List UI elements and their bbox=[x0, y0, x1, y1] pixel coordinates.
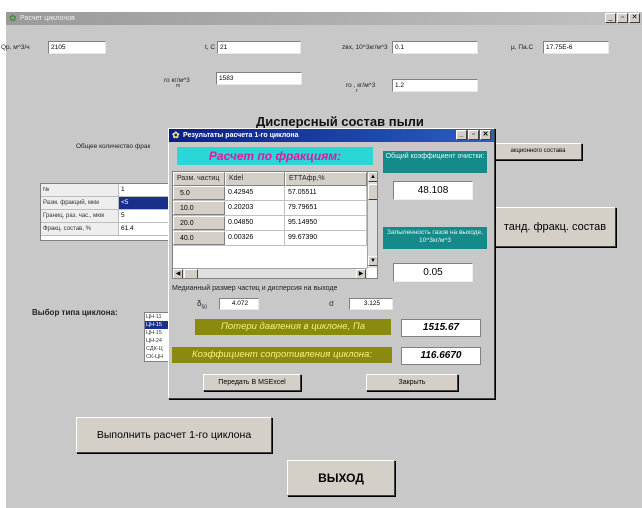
standard-comp-button[interactable]: танд. фракц. состав bbox=[494, 207, 616, 247]
t-label: t, C bbox=[205, 44, 216, 51]
exit-button[interactable]: ВЫХОД bbox=[287, 460, 395, 496]
qr-label: Qр, м^3/ч bbox=[1, 44, 30, 51]
dispersion-heading: Дисперсный состав пыли bbox=[256, 114, 424, 129]
ro-m-label: ro кг/м^3 m bbox=[164, 77, 190, 89]
ro-g-sub: г bbox=[356, 88, 358, 94]
maximize-button[interactable]: ▫ bbox=[617, 13, 628, 23]
outlet-dust-value: 0.05 bbox=[393, 263, 473, 282]
fractions-table[interactable]: Разм. частиц Kdel ЕТТАфр,% 5.0 0.42945 5… bbox=[172, 171, 378, 279]
grid-row-label: № bbox=[41, 184, 119, 196]
overall-efficiency-value: 48.108 bbox=[393, 181, 473, 200]
resistance-label: Коэффициент сопротивления циклона: bbox=[172, 347, 392, 363]
vertical-scroll-thumb[interactable] bbox=[368, 184, 377, 200]
table-row[interactable]: 5.0 0.42945 57.05511 bbox=[173, 186, 377, 201]
horizontal-scroll-thumb[interactable] bbox=[184, 269, 198, 278]
fraction-comp-button[interactable]: акционного состава bbox=[494, 143, 582, 160]
dialog-app-icon: ✿ bbox=[172, 130, 180, 140]
main-titlebar: ✿ Расчет циклонов _ ▫ ✕ bbox=[6, 12, 642, 25]
cyclone-type-label: Выбор типа циклона: bbox=[32, 308, 118, 317]
export-excel-button[interactable]: Передать В MSExcel bbox=[203, 374, 301, 391]
scroll-right-icon[interactable]: ▶ bbox=[356, 269, 366, 278]
scroll-down-icon[interactable]: ▼ bbox=[368, 256, 377, 266]
total-fractions-label: Общее количество фрак bbox=[76, 143, 151, 150]
grid-row[interactable]: Фракц. состав, % 61.4 bbox=[41, 223, 187, 236]
ro-g-label-text: ro , кг/м^3 bbox=[346, 82, 376, 89]
app-icon: ✿ bbox=[9, 13, 17, 23]
col-header[interactable]: ЕТТАфр,% bbox=[285, 172, 367, 186]
outlet-dust-label: Запыленность газов на выходе, 10^3кг/м^3 bbox=[383, 227, 487, 249]
fraction-grid: № 1 Разм. фракций, мкм <5 Границ. раз. ч… bbox=[40, 183, 188, 241]
resistance-value: 116.6670 bbox=[401, 347, 481, 365]
dialog-maximize-button[interactable]: ▫ bbox=[468, 130, 479, 140]
results-dialog: ✿ Результаты расчета 1-го циклона _ ▫ ✕ … bbox=[168, 128, 495, 399]
table-cell: 0.04850 bbox=[225, 216, 285, 230]
zvh-input[interactable]: 0.1 bbox=[392, 41, 478, 54]
ro-m-sub: m bbox=[176, 83, 181, 89]
grid-row-label: Фракц. состав, % bbox=[41, 223, 119, 235]
sigma-value: 3.125 bbox=[349, 298, 393, 310]
table-row[interactable]: 10.0 0.20203 79.79651 bbox=[173, 201, 377, 216]
table-row[interactable]: 40.0 0.00326 99.67390 bbox=[173, 231, 377, 246]
d50-label: δ50 bbox=[197, 299, 207, 311]
table-cell: 20.0 bbox=[173, 216, 225, 230]
qr-input[interactable]: 2105 bbox=[48, 41, 106, 54]
table-cell: 99.67390 bbox=[285, 231, 367, 245]
median-label: Медианный размер частиц и дисперсия на в… bbox=[172, 285, 338, 292]
scroll-up-icon[interactable]: ▲ bbox=[368, 172, 377, 182]
t-input[interactable]: 21 bbox=[217, 41, 301, 54]
table-vertical-scrollbar[interactable]: ▲ ▼ bbox=[367, 172, 377, 268]
scroll-left-icon[interactable]: ◀ bbox=[173, 269, 183, 278]
mu-input[interactable]: 17.75E-6 bbox=[543, 41, 609, 54]
table-cell: 95.14950 bbox=[285, 216, 367, 230]
pressure-loss-value: 1515.67 bbox=[401, 319, 481, 337]
table-cell: 79.79651 bbox=[285, 201, 367, 215]
table-header: Разм. частиц Kdel ЕТТАфр,% bbox=[173, 172, 377, 186]
col-header[interactable]: Разм. частиц bbox=[173, 172, 225, 186]
overall-efficiency-label: Общий коэффициент очистки: bbox=[383, 151, 487, 173]
table-cell: 10.0 bbox=[173, 201, 225, 215]
grid-row-label: Границ. раз. час., мкм bbox=[41, 210, 119, 222]
ro-m-input[interactable]: 1583 bbox=[216, 72, 302, 85]
d50-sub: 50 bbox=[201, 304, 208, 311]
table-row[interactable]: 20.0 0.04850 95.14950 bbox=[173, 216, 377, 231]
zvh-label: zвх, 10^3кг/м^3 bbox=[342, 44, 388, 51]
pressure-loss-label: Потери давления в циклоне, Па bbox=[195, 319, 391, 335]
close-button[interactable]: ✕ bbox=[629, 13, 640, 23]
dialog-close-button[interactable]: ✕ bbox=[480, 130, 491, 140]
ro-g-label: ro , кг/м^3 г bbox=[346, 82, 376, 94]
table-horizontal-scrollbar[interactable]: ◀ ▶ bbox=[173, 268, 367, 278]
d50-value: 4.072 bbox=[219, 298, 259, 310]
dialog-title: Результаты расчета 1-го циклона bbox=[183, 132, 299, 139]
main-title: Расчет циклонов bbox=[20, 15, 75, 22]
col-header[interactable]: Kdel bbox=[225, 172, 285, 186]
sigma-label: σ bbox=[329, 299, 334, 308]
run-cyclone-button[interactable]: Выполнить расчет 1-го циклона bbox=[76, 417, 272, 453]
dialog-titlebar: ✿ Результаты расчета 1-го циклона _ ▫ ✕ bbox=[169, 129, 494, 142]
close-dialog-button[interactable]: Закрыть bbox=[366, 374, 458, 391]
fractions-banner: Расчет по фракциям: bbox=[177, 147, 373, 165]
table-cell: 40.0 bbox=[173, 231, 225, 245]
grid-row[interactable]: Разм. фракций, мкм <5 bbox=[41, 197, 187, 210]
table-cell: 5.0 bbox=[173, 186, 225, 200]
table-cell: 0.20203 bbox=[225, 201, 285, 215]
mu-label: μ, Па.С bbox=[511, 44, 534, 51]
table-cell: 0.42945 bbox=[225, 186, 285, 200]
table-cell: 0.00326 bbox=[225, 231, 285, 245]
grid-row[interactable]: Границ. раз. час., мкм 5 bbox=[41, 210, 187, 223]
ro-g-input[interactable]: 1.2 bbox=[392, 79, 478, 92]
minimize-button[interactable]: _ bbox=[605, 13, 616, 23]
grid-row-label: Разм. фракций, мкм bbox=[41, 197, 119, 209]
dialog-minimize-button[interactable]: _ bbox=[456, 130, 467, 140]
grid-row[interactable]: № 1 bbox=[41, 184, 187, 197]
table-cell: 57.05511 bbox=[285, 186, 367, 200]
